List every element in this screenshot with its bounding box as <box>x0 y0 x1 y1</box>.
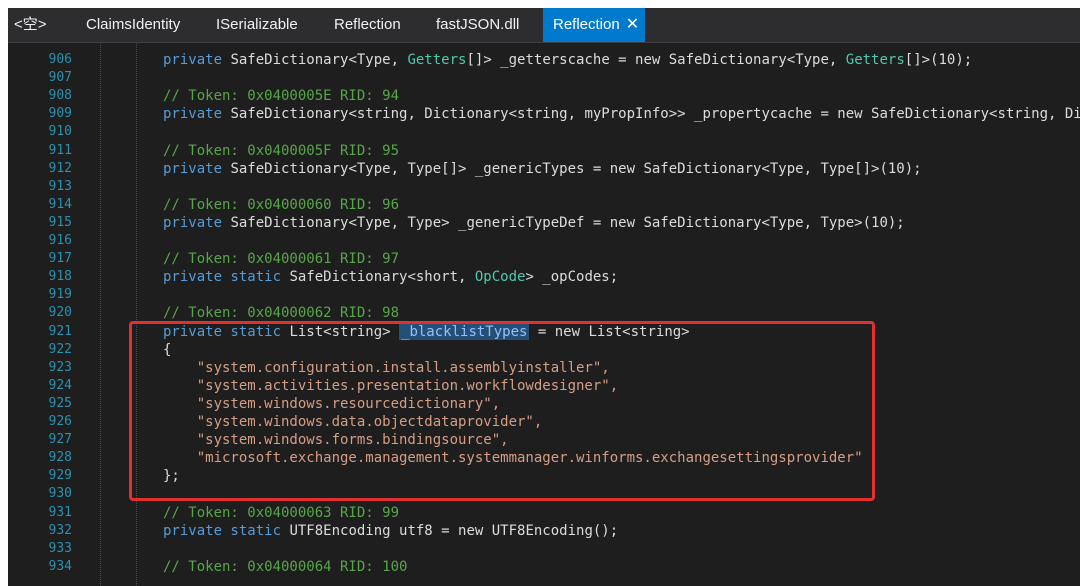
code-token: // Token: 0x04000062 RID: 98 <box>163 305 400 322</box>
code-token: // Token: 0x04000060 RID: 96 <box>163 196 400 213</box>
code-token: OpCode <box>474 269 526 286</box>
code-line: 932 private static UTF8Encoding utf8 = ne… <box>8 522 1080 540</box>
tab-empty[interactable]: <空> <box>14 8 47 42</box>
line-number: 933 <box>48 540 72 556</box>
code-token: // Token: 0x04000061 RID: 97 <box>163 251 400 268</box>
line-number: 917 <box>48 251 72 267</box>
code-token: // Token: 0x04000064 RID: 100 <box>163 558 408 575</box>
code-token: SafeDictionary<Type, Type> _genericTypeD… <box>230 214 905 231</box>
code-line: 919 <box>8 286 1080 304</box>
code-token: private <box>163 52 231 68</box>
tab-reflection-active[interactable]: Reflection ✕ <box>543 8 646 42</box>
line-number: 928 <box>48 450 72 466</box>
code-token: SafeDictionary<short, <box>289 269 475 286</box>
code-text: // Token: 0x04000063 RID: 99 <box>163 504 399 522</box>
line-number: 934 <box>48 558 72 574</box>
tab-reflection[interactable]: Reflection <box>334 8 401 42</box>
line-number: 918 <box>48 269 72 285</box>
code-token: private <box>163 214 231 231</box>
line-number: 931 <box>48 504 72 520</box>
tab-claimsidentity[interactable]: ClaimsIdentity <box>86 8 180 42</box>
code-line: 910 <box>8 123 1080 141</box>
code-text: private SafeDictionary<string, Dictionar… <box>163 105 1080 123</box>
code-line: 916 <box>8 232 1080 250</box>
highlight-box <box>129 321 875 501</box>
code-text: private SafeDictionary<Type, Type[]> _ge… <box>163 160 922 178</box>
line-number: 909 <box>48 106 72 122</box>
code-line: 934 // Token: 0x04000064 RID: 100 <box>8 558 1080 576</box>
code-text: // Token: 0x04000061 RID: 97 <box>163 250 399 268</box>
line-number: 913 <box>48 178 72 194</box>
code-line: 913 <box>8 178 1080 196</box>
code-text: private SafeDictionary<Type, Getters[]> … <box>163 51 972 69</box>
line-number: 916 <box>48 233 72 248</box>
code-text: // Token: 0x0400005F RID: 95 <box>163 142 399 160</box>
code-token: SafeDictionary<string, Dictionary<string… <box>230 106 1080 123</box>
code-token: SafeDictionary<Type, Type[]> _genericTyp… <box>230 160 922 177</box>
code-token: // Token: 0x04000063 RID: 99 <box>163 504 400 521</box>
code-token: []> _getterscache = new SafeDictionary<T… <box>466 52 846 68</box>
line-number: 922 <box>48 341 72 357</box>
code-token: private <box>163 106 231 123</box>
line-number: 906 <box>48 52 72 67</box>
code-line: 906 private SafeDictionary<Type, Getters[… <box>8 51 1080 69</box>
code-line: 914 // Token: 0x04000060 RID: 96 <box>8 196 1080 214</box>
code-token: > _opCodes; <box>525 269 619 286</box>
code-text: // Token: 0x0400005E RID: 94 <box>163 87 399 105</box>
line-number: 910 <box>48 124 72 140</box>
code-text: // Token: 0x04000062 RID: 98 <box>163 304 399 322</box>
code-line: 907 <box>8 69 1080 87</box>
code-token: private <box>163 160 231 177</box>
line-number: 914 <box>48 196 72 212</box>
line-number: 919 <box>48 287 72 303</box>
code-token: Getters <box>845 52 905 68</box>
line-number: 927 <box>48 432 72 448</box>
code-viewer-window: <空> ClaimsIdentity ISerializable Reflect… <box>8 8 1080 586</box>
line-number: 915 <box>48 214 72 230</box>
code-editor[interactable]: 906 private SafeDictionary<Type, Getters[… <box>8 43 1080 586</box>
line-number: 911 <box>48 142 72 158</box>
code-line: 911 // Token: 0x0400005F RID: 95 <box>8 142 1080 160</box>
code-line: 909 private SafeDictionary<string, Dictio… <box>8 105 1080 123</box>
code-line: 931 // Token: 0x04000063 RID: 99 <box>8 504 1080 522</box>
line-number: 925 <box>48 395 72 411</box>
code-line: 933 <box>8 540 1080 558</box>
code-text: // Token: 0x04000060 RID: 96 <box>163 196 399 214</box>
line-number: 912 <box>48 160 72 176</box>
code-token: private static <box>163 269 290 286</box>
code-text: private static SafeDictionary<short, OpC… <box>163 268 618 286</box>
code-token: private static <box>163 522 290 539</box>
line-number: 924 <box>48 377 72 393</box>
code-line: 920 // Token: 0x04000062 RID: 98 <box>8 304 1080 322</box>
line-number: 929 <box>48 468 72 484</box>
code-token: // Token: 0x0400005F RID: 95 <box>163 142 400 159</box>
tab-bar: <空> ClaimsIdentity ISerializable Reflect… <box>8 8 1080 43</box>
line-number: 923 <box>48 359 72 375</box>
line-number: 930 <box>48 486 72 502</box>
code-line: 908 // Token: 0x0400005E RID: 94 <box>8 87 1080 105</box>
line-number: 908 <box>48 88 72 104</box>
line-number: 932 <box>48 522 72 538</box>
code-line: 918 private static SafeDictionary<short, … <box>8 268 1080 286</box>
code-token: // Token: 0x0400005E RID: 94 <box>163 88 400 105</box>
tab-iserializable[interactable]: ISerializable <box>216 8 298 42</box>
code-text: private static UTF8Encoding utf8 = new U… <box>163 522 618 540</box>
code-line: 915 private SafeDictionary<Type, Type> _g… <box>8 214 1080 232</box>
code-text: private SafeDictionary<Type, Type> _gene… <box>163 214 905 232</box>
code-token: UTF8Encoding utf8 = new UTF8Encoding(); <box>289 522 619 539</box>
line-number: 921 <box>48 323 72 339</box>
code-line: 912 private SafeDictionary<Type, Type[]> … <box>8 160 1080 178</box>
code-line: 917 // Token: 0x04000061 RID: 97 <box>8 250 1080 268</box>
line-number: 907 <box>48 70 72 86</box>
close-icon[interactable]: ✕ <box>626 16 639 33</box>
code-token: Getters <box>407 52 467 68</box>
code-token: []>(10); <box>904 52 973 68</box>
tab-label: Reflection <box>553 16 620 33</box>
line-number: 926 <box>48 414 72 429</box>
code-token: SafeDictionary<Type, <box>230 52 408 68</box>
code-text: // Token: 0x04000064 RID: 100 <box>163 558 407 576</box>
line-number: 920 <box>48 305 72 321</box>
tab-fastjson-dll[interactable]: fastJSON.dll <box>436 8 519 42</box>
